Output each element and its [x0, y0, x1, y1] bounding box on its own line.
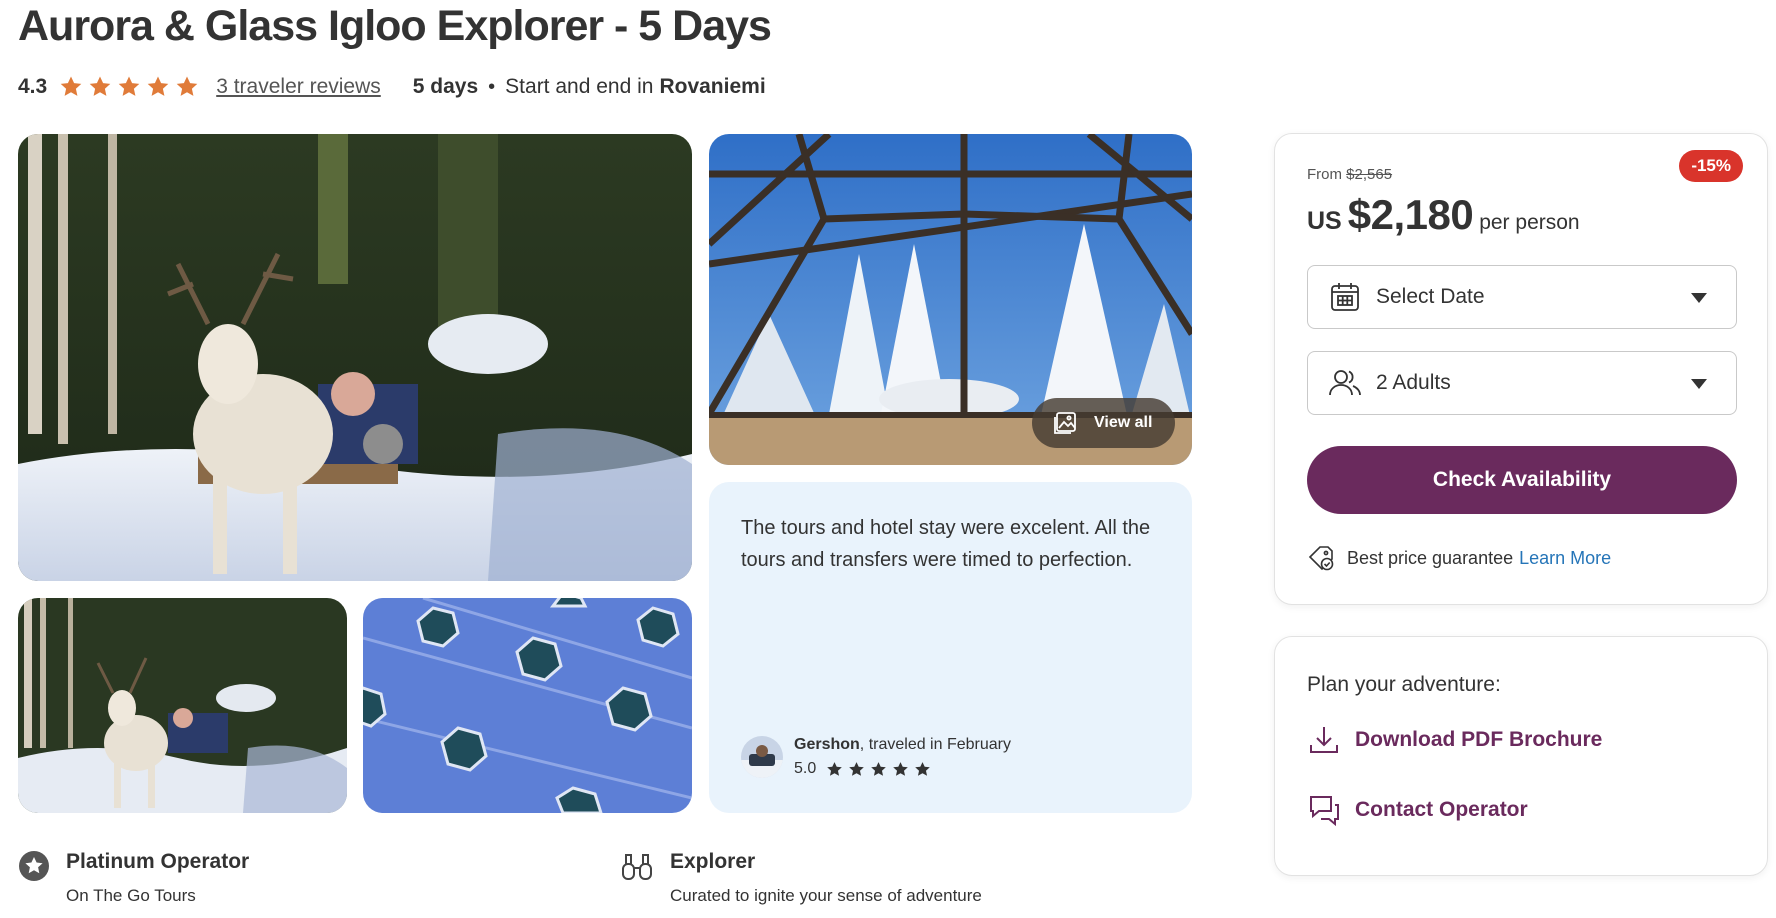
- featured-review-card: The tours and hotel stay were excelent. …: [709, 482, 1192, 813]
- star-icon: [915, 761, 931, 776]
- download-brochure-label: Download PDF Brochure: [1355, 728, 1603, 751]
- discount-badge: -15%: [1679, 150, 1743, 182]
- view-all-button[interactable]: View all: [1032, 398, 1175, 448]
- review-score: 5.0: [794, 760, 817, 777]
- guarantee-text: Best price guarantee: [1347, 547, 1514, 568]
- per-person-label: per person: [1479, 211, 1580, 234]
- start-city: Rovaniemi: [659, 75, 766, 98]
- star-icon: [60, 76, 82, 96]
- star-icon: [118, 76, 140, 96]
- star-icon: [849, 761, 865, 776]
- trip-duration: 5 days: [412, 75, 479, 98]
- currency-label: US: [1307, 207, 1342, 235]
- contact-operator-label: Contact Operator: [1355, 798, 1528, 821]
- trip-meta: 4.3 3 traveler reviews 5 days • Start an…: [18, 72, 766, 102]
- star-icon: [147, 76, 169, 96]
- reviewer-info: Gershon, traveled in February 5.0: [741, 736, 1011, 778]
- star-badge-icon: [19, 851, 49, 881]
- rating-value: 4.3: [18, 75, 48, 98]
- plan-title: Plan your adventure:: [1307, 673, 1501, 696]
- contact-operator-link[interactable]: Contact Operator: [1307, 793, 1528, 827]
- star-icon: [89, 76, 111, 96]
- gallery-photo-reindeer-sleigh[interactable]: [18, 134, 692, 581]
- binoculars-icon: [622, 854, 652, 880]
- chevron-down-icon: [1691, 293, 1707, 303]
- calendar-icon: [1331, 283, 1359, 311]
- star-icon: [871, 761, 887, 776]
- star-half-icon: [176, 76, 198, 96]
- star-icon: [827, 761, 843, 776]
- badge-explorer: Explorer Curated to ignite your sense of…: [620, 850, 982, 906]
- check-availability-button[interactable]: Check Availability: [1307, 446, 1737, 514]
- best-price-guarantee: Best price guarantee Learn More: [1307, 544, 1611, 572]
- learn-more-link[interactable]: Learn More: [1519, 548, 1611, 569]
- page-title: Aurora & Glass Igloo Explorer - 5 Days: [18, 2, 772, 50]
- guests-select-label: 2 Adults: [1376, 371, 1451, 394]
- chevron-down-icon: [1691, 379, 1707, 389]
- badge-platinum-operator: Platinum Operator On The Go Tours: [18, 850, 249, 906]
- star-icon: [893, 761, 909, 776]
- plan-adventure-card: Plan your adventure: Download PDF Brochu…: [1274, 636, 1768, 876]
- reviewer-travel-date: , traveled in February: [859, 736, 1011, 753]
- date-select[interactable]: Select Date: [1307, 265, 1737, 329]
- booking-card: From $2,565 -15% US $2,180 per person Se…: [1274, 133, 1768, 605]
- reviewer-avatar: [741, 736, 783, 778]
- gallery-icon: [1054, 412, 1076, 434]
- original-price: $2,565: [1346, 166, 1393, 183]
- price-line: US $2,180 per person: [1307, 191, 1580, 239]
- chat-icon: [1310, 796, 1339, 827]
- users-icon: [1329, 370, 1361, 396]
- badge-subtitle: On The Go Tours: [66, 886, 196, 905]
- badge-subtitle: Curated to ignite your sense of adventur…: [670, 886, 982, 905]
- badge-title: Platinum Operator: [66, 850, 250, 873]
- price-value: $2,180: [1347, 191, 1474, 238]
- operator-badges: Platinum Operator On The Go Tours Explor…: [0, 850, 1200, 918]
- start-end-label: Start and end in: [505, 75, 654, 98]
- guests-select[interactable]: 2 Adults: [1307, 351, 1737, 415]
- from-label: From: [1307, 166, 1342, 183]
- review-text: The tours and hotel stay were excelent. …: [741, 517, 1151, 571]
- badge-title: Explorer: [670, 850, 756, 873]
- download-brochure-link[interactable]: Download PDF Brochure: [1307, 723, 1602, 757]
- rating-stars: [59, 75, 199, 99]
- gallery-photo-reindeer-thumb[interactable]: [18, 598, 347, 813]
- meta-separator: •: [488, 75, 496, 98]
- download-icon: [1310, 727, 1338, 753]
- gallery-photo-igloo-village[interactable]: [363, 598, 692, 813]
- from-price: From $2,565: [1307, 166, 1392, 183]
- date-select-label: Select Date: [1376, 285, 1485, 308]
- view-all-label: View all: [1094, 414, 1153, 431]
- reviewer-name: Gershon: [794, 736, 860, 753]
- reviews-link[interactable]: 3 traveler reviews: [216, 75, 381, 99]
- price-tag-check-icon: [1308, 546, 1334, 571]
- review-stars: [826, 761, 931, 778]
